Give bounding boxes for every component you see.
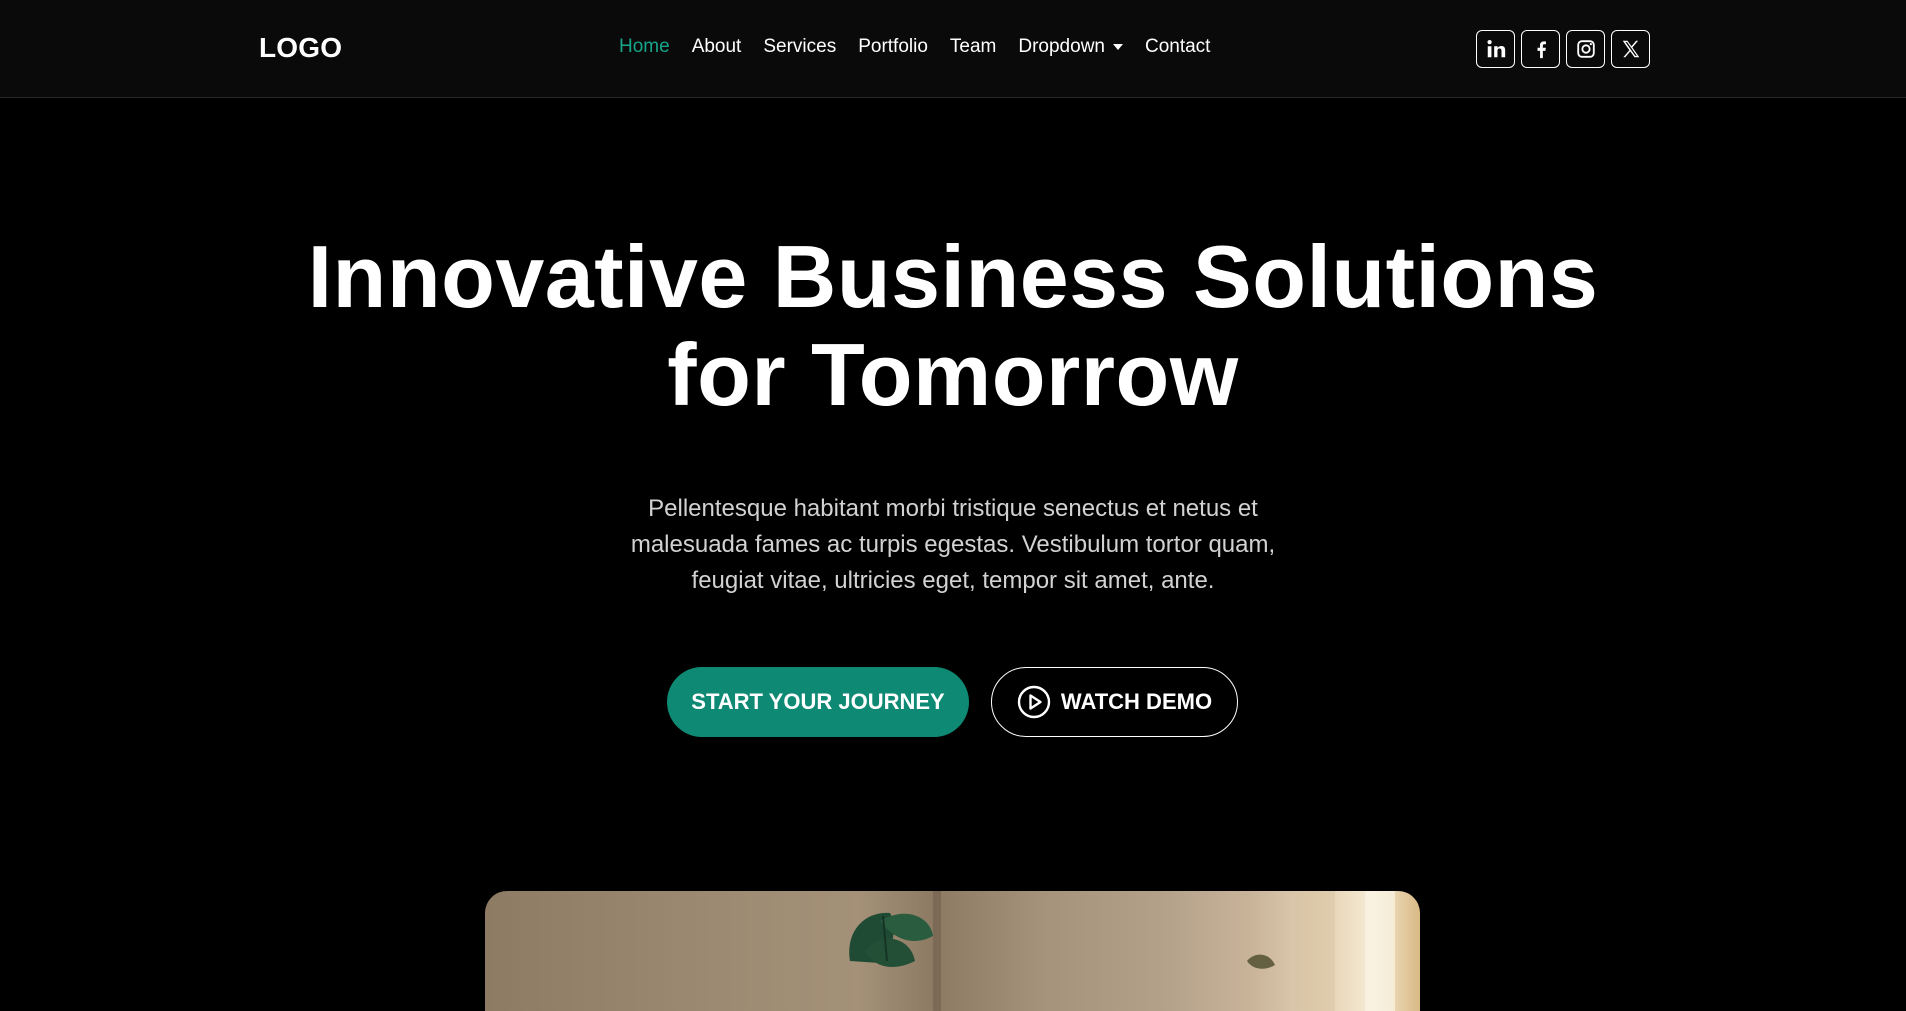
hero-title: Innovative Business Solutions for Tomorr… xyxy=(0,228,1906,424)
watch-demo-label: WATCH DEMO xyxy=(1060,689,1213,714)
nav-item-contact[interactable]: Contact xyxy=(1145,36,1210,58)
hero-subtitle-line2: malesuada fames ac turpis egestas. Vesti… xyxy=(630,531,1276,558)
linkedin-icon xyxy=(1486,40,1505,58)
facebook-button[interactable] xyxy=(1521,30,1560,68)
hero-title-line1: Innovative Business Solutions xyxy=(307,227,1599,326)
hero-subtitle: Pellentesque habitant morbi tristique se… xyxy=(603,491,1303,599)
x-twitter-button[interactable] xyxy=(1611,30,1650,68)
interior-photo xyxy=(849,891,1395,1011)
nav-item-home[interactable]: Home xyxy=(619,36,670,58)
facebook-icon xyxy=(1537,41,1546,59)
hero-subtitle-line3: feugiat vitae, ultricies eget, tempor si… xyxy=(691,567,1215,594)
linkedin-button[interactable] xyxy=(1476,30,1515,68)
instagram-button[interactable] xyxy=(1566,30,1605,68)
nav-menu: Home About Services Portfolio Team Dropd… xyxy=(619,36,1210,58)
nav-item-dropdown[interactable]: Dropdown xyxy=(1018,36,1123,58)
nav-item-portfolio[interactable]: Portfolio xyxy=(858,36,928,58)
play-circle-icon xyxy=(1017,685,1051,719)
x-twitter-icon xyxy=(1622,40,1639,58)
navbar: LOGO Home About Services Portfolio Team … xyxy=(0,0,1906,98)
caret-down-icon xyxy=(1112,44,1123,50)
logo[interactable]: LOGO xyxy=(259,32,342,64)
nav-item-services[interactable]: Services xyxy=(763,36,836,58)
watch-demo-button[interactable]: WATCH DEMO xyxy=(991,667,1238,737)
nav-item-team[interactable]: Team xyxy=(950,36,996,58)
nav-item-dropdown-label: Dropdown xyxy=(1018,36,1105,57)
social-links xyxy=(1476,30,1650,68)
start-journey-button[interactable]: START YOUR JOURNEY xyxy=(667,667,969,737)
nav-item-about[interactable]: About xyxy=(692,36,742,58)
instagram-icon xyxy=(1576,40,1595,58)
hero-title-line2: for Tomorrow xyxy=(667,325,1239,424)
hero-image xyxy=(485,891,1420,1011)
hero-subtitle-line1: Pellentesque habitant morbi tristique se… xyxy=(648,495,1258,522)
